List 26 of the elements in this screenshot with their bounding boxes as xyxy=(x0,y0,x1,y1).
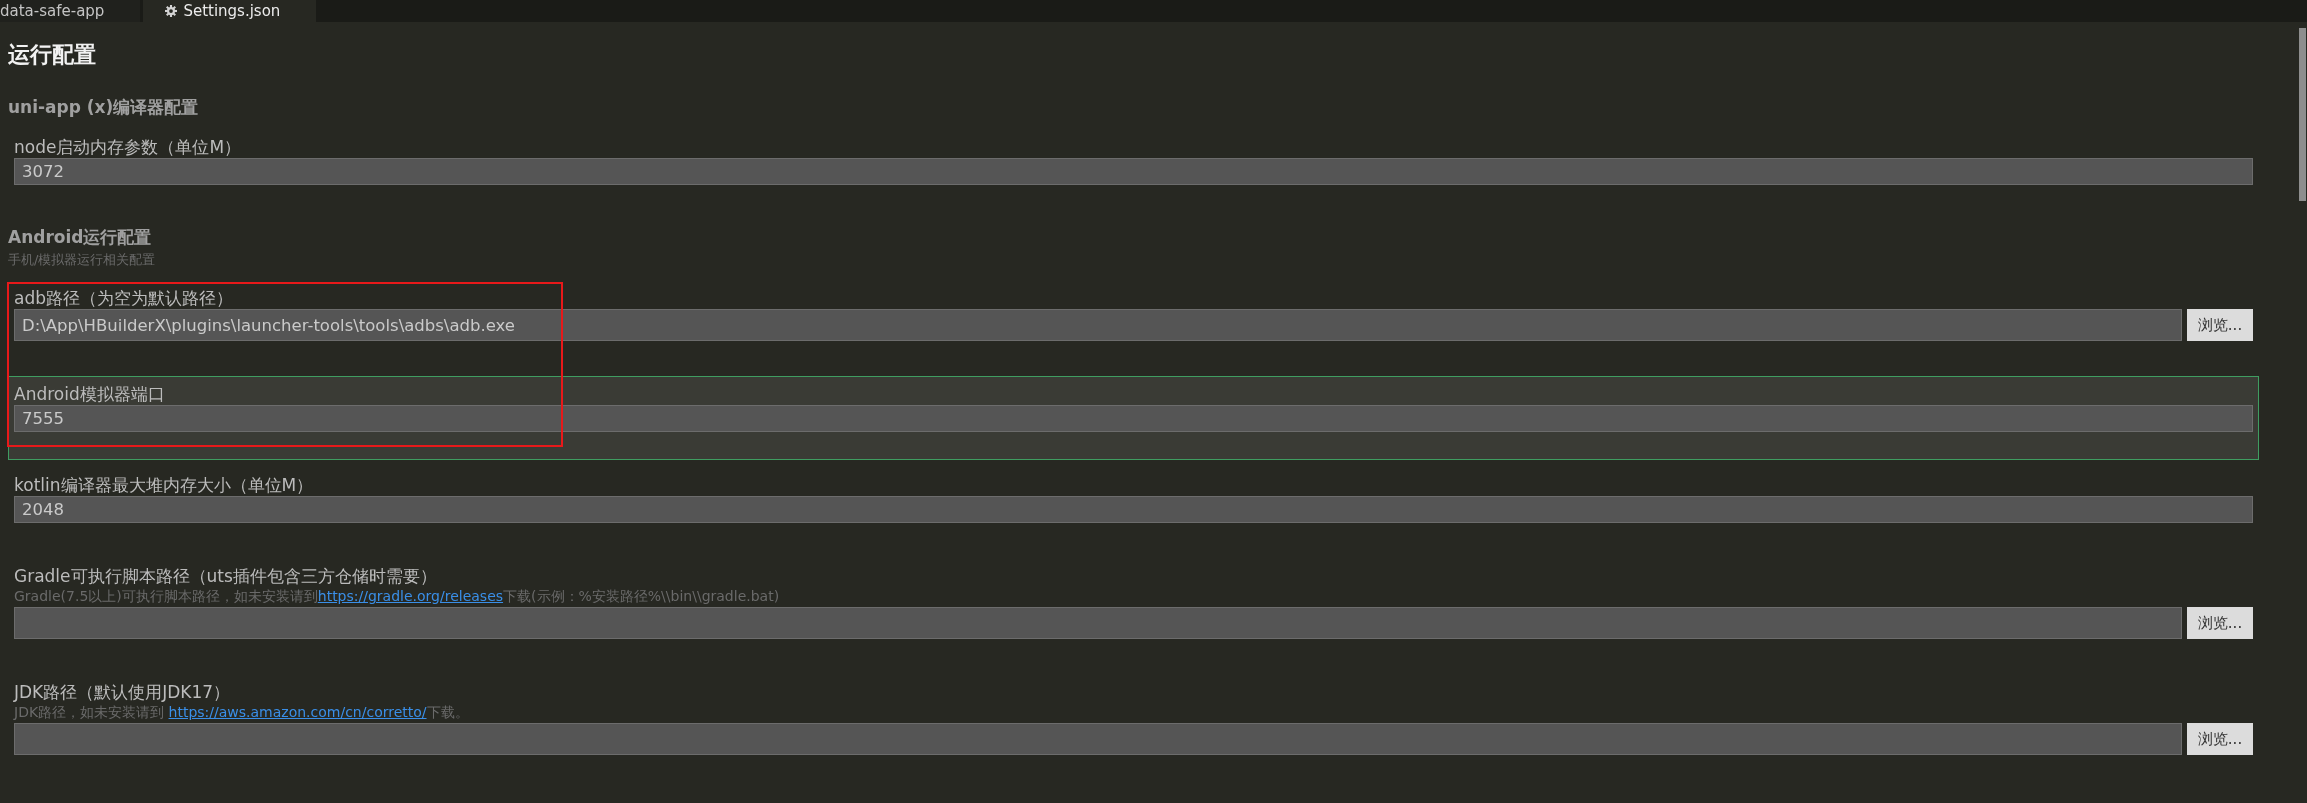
setting-label: adb路径（为空为默认路径） xyxy=(14,288,234,308)
setting-label: Android模拟器端口 xyxy=(14,384,166,404)
browse-button[interactable]: 浏览... xyxy=(2187,309,2253,341)
editor-tab[interactable]: data-safe-app xyxy=(0,0,141,22)
url-link[interactable]: https://aws.amazon.com/cn/corretto/ xyxy=(168,704,427,720)
browse-button[interactable]: 浏览... xyxy=(2187,607,2253,639)
setting-label: JDK路径（默认使用JDK17） xyxy=(14,682,232,702)
section-heading: Android运行配置 xyxy=(8,227,153,247)
text-field[interactable] xyxy=(14,607,2182,639)
setting-label: Gradle可执行脚本路径（uts插件包含三方仓储时需要） xyxy=(14,566,438,586)
text-field[interactable]: D:\App\HBuilderX\plugins\launcher-tools\tools\adbs\adb.exe xyxy=(14,309,2182,341)
gear-icon xyxy=(165,5,178,17)
section-heading: uni-app (x)编译器配置 xyxy=(8,97,200,117)
setting-description: JDK路径，如未安装请到 https://aws.amazon.com/cn/corretto/下载。 xyxy=(14,703,470,722)
text-field[interactable]: 7555 xyxy=(14,405,2253,432)
editor-tab[interactable]: Settings.json xyxy=(143,0,317,22)
text-field[interactable] xyxy=(14,723,2182,755)
page-title: 运行配置 xyxy=(8,41,97,69)
browse-button[interactable]: 浏览... xyxy=(2187,723,2253,755)
section-subtitle: 手机/模拟器运行相关配置 xyxy=(8,252,157,268)
url-link[interactable]: https://gradle.org/releases xyxy=(317,588,504,604)
text-field[interactable]: 2048 xyxy=(14,496,2253,523)
setting-label: node启动内存参数（单位M） xyxy=(14,137,243,157)
scrollbar-thumb[interactable] xyxy=(2299,28,2306,201)
setting-label: kotlin编译器最大堆内存大小（单位M） xyxy=(14,475,315,495)
text-field[interactable]: 3072 xyxy=(14,158,2253,185)
